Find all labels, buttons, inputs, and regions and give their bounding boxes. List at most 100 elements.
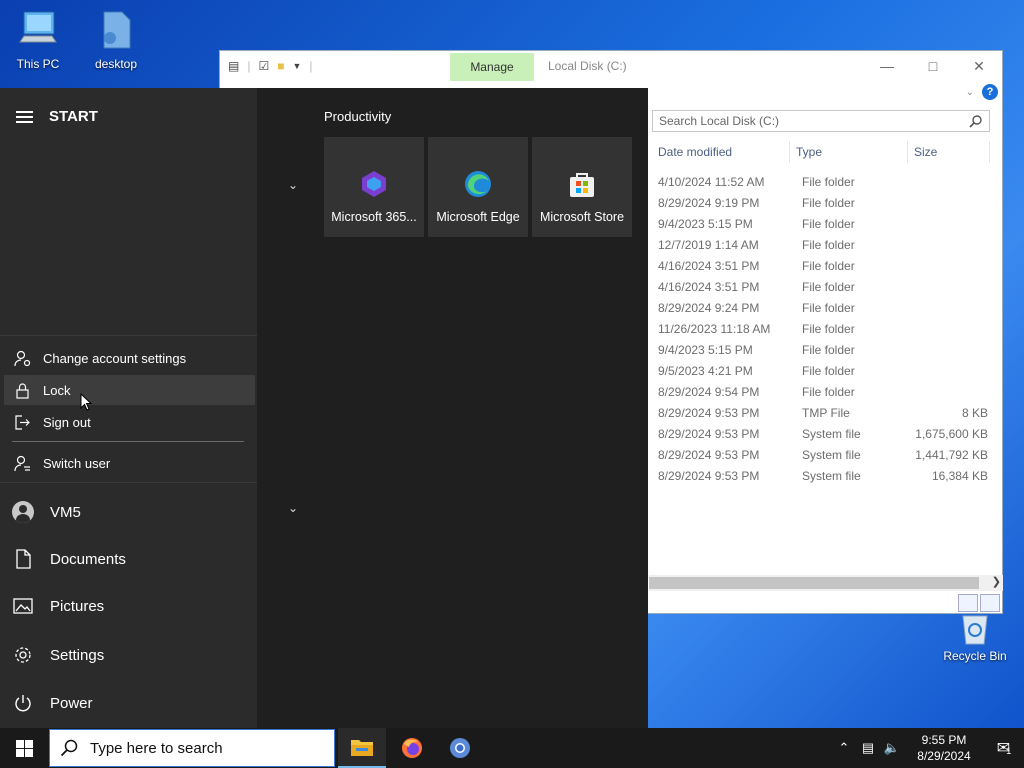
sign-out-label: Sign out: [43, 414, 91, 430]
windows-logo-icon: [15, 739, 33, 757]
cell-date: 8/29/2024 9:53 PM: [658, 405, 760, 420]
taskbar-chrome[interactable]: [436, 728, 484, 768]
tile-microsoft-store[interactable]: Microsoft Store: [532, 137, 632, 237]
search-input[interactable]: Search Local Disk (C:): [652, 110, 990, 132]
horizontal-scrollbar[interactable]: ❯: [649, 575, 1003, 591]
chevron-right-icon[interactable]: ❯: [992, 575, 1001, 588]
notification-button[interactable]: ✉ 1: [984, 738, 1024, 758]
chevron-down-icon[interactable]: ⌄: [288, 178, 298, 192]
tile-group-title: Productivity: [324, 109, 392, 124]
drive-icon[interactable]: ▤: [228, 59, 239, 73]
table-row[interactable]: 8/29/2024 9:53 PM System file 1,675,600 KB: [652, 423, 1000, 444]
tile-label: Microsoft Store: [539, 210, 625, 224]
pictures-label: Pictures: [50, 597, 105, 615]
system-tray: ⌃ ▤ 🔈 9:55 PM 8/29/2024 ✉ 1: [832, 728, 1024, 768]
desktop-icon-recycle-bin[interactable]: Recycle Bin: [940, 612, 1010, 663]
table-row[interactable]: 9/4/2023 5:15 PM File folder: [652, 339, 1000, 360]
start-title: START: [49, 108, 98, 125]
table-row[interactable]: 8/29/2024 9:54 PM File folder: [652, 381, 1000, 402]
desktop-icon-desktop[interactable]: desktop: [84, 10, 148, 71]
chevron-up-icon[interactable]: ⌃: [832, 740, 856, 756]
network-icon[interactable]: ▤: [856, 740, 880, 756]
lock-label: Lock: [43, 382, 71, 398]
title-bar: ▤ | ☑ ■ ▼ | Manage Local Disk (C:) — □ ✕: [220, 51, 1002, 81]
cell-type: System file: [802, 426, 861, 441]
cell-date: 8/29/2024 9:54 PM: [658, 384, 760, 399]
quick-access-toolbar: ▤ | ☑ ■ ▼ |: [228, 59, 313, 73]
switch-user-item[interactable]: Switch user: [4, 448, 255, 478]
cell-type: System file: [802, 468, 861, 483]
microsoft-365-icon: [362, 171, 386, 197]
close-button[interactable]: ✕: [956, 51, 1002, 81]
change-account-settings-label: Change account settings: [43, 350, 187, 366]
tile-microsoft-365[interactable]: Microsoft 365...: [324, 137, 424, 237]
scrollbar-thumb[interactable]: [649, 577, 979, 589]
cell-date: 8/29/2024 9:53 PM: [658, 447, 760, 462]
table-row[interactable]: 11/26/2023 11:18 AM File folder: [652, 318, 1000, 339]
table-row[interactable]: 9/4/2023 5:15 PM File folder: [652, 213, 1000, 234]
sidebar-item-pictures[interactable]: Pictures: [12, 597, 104, 615]
table-row[interactable]: 9/5/2023 4:21 PM File folder: [652, 360, 1000, 381]
file-list: 4/10/2024 11:52 AM File folder 8/29/2024 9…: [652, 171, 1000, 486]
properties-icon[interactable]: ☑: [258, 59, 269, 73]
taskbar-search-input[interactable]: Type here to search: [49, 729, 335, 767]
sidebar-item-settings[interactable]: Settings: [12, 645, 104, 665]
lock-item[interactable]: Lock: [4, 375, 255, 405]
cell-type: File folder: [802, 216, 855, 231]
cell-type: System file: [802, 447, 861, 462]
browser-icon: [450, 738, 470, 758]
cell-date: 4/16/2024 3:51 PM: [658, 279, 760, 294]
chevron-down-icon[interactable]: ⌄: [288, 501, 298, 515]
start-button[interactable]: [0, 728, 48, 768]
desktop-icon-this-pc[interactable]: This PC: [6, 10, 70, 71]
taskbar-file-explorer[interactable]: [338, 728, 386, 768]
sidebar-item-user[interactable]: VM5: [12, 501, 81, 523]
cell-date: 8/29/2024 9:19 PM: [658, 195, 760, 210]
large-icons-view-button[interactable]: [980, 594, 1000, 612]
search-icon: [969, 115, 982, 128]
cell-size: 1,441,792 KB: [915, 447, 988, 462]
table-row[interactable]: 8/29/2024 9:53 PM System file 1,441,792 KB: [652, 444, 1000, 465]
taskbar-firefox[interactable]: [388, 728, 436, 768]
chevron-down-icon[interactable]: ⌄: [966, 87, 974, 98]
cell-type: File folder: [802, 363, 855, 378]
folder-icon[interactable]: ■: [277, 59, 284, 73]
divider: [12, 441, 244, 442]
clock[interactable]: 9:55 PM 8/29/2024: [904, 732, 984, 764]
volume-muted-icon[interactable]: 🔈: [880, 740, 904, 756]
change-account-settings-item[interactable]: Change account settings: [4, 343, 255, 373]
sidebar-item-documents[interactable]: Documents: [12, 549, 126, 569]
cell-date: 4/16/2024 3:51 PM: [658, 258, 760, 273]
minimize-button[interactable]: —: [864, 51, 910, 81]
lock-icon: [16, 382, 29, 399]
switch-user-label: Switch user: [43, 455, 111, 471]
help-icon[interactable]: ?: [982, 84, 998, 100]
hamburger-icon[interactable]: [16, 110, 33, 123]
column-header-type[interactable]: Type: [790, 141, 908, 163]
cell-type: File folder: [802, 342, 855, 357]
table-row[interactable]: 4/16/2024 3:51 PM File folder: [652, 276, 1000, 297]
table-row[interactable]: 8/29/2024 9:19 PM File folder: [652, 192, 1000, 213]
start-header[interactable]: START: [16, 108, 98, 125]
table-row[interactable]: 4/10/2024 11:52 AM File folder: [652, 171, 1000, 192]
tile-microsoft-edge[interactable]: Microsoft Edge: [428, 137, 528, 237]
document-icon: [16, 549, 31, 569]
chevron-down-icon[interactable]: ▼: [292, 61, 301, 71]
maximize-button[interactable]: □: [910, 51, 956, 81]
column-header-date[interactable]: Date modified: [652, 141, 790, 163]
table-row[interactable]: 8/29/2024 9:53 PM System file 16,384 KB: [652, 465, 1000, 486]
cell-type: TMP File: [802, 405, 850, 420]
sign-out-item[interactable]: Sign out: [4, 407, 255, 437]
column-header-size[interactable]: Size: [908, 141, 990, 163]
details-view-button[interactable]: [958, 594, 978, 612]
tab-manage[interactable]: Manage: [450, 53, 534, 81]
window-title: Local Disk (C:): [548, 59, 627, 73]
table-row[interactable]: 8/29/2024 9:53 PM TMP File 8 KB: [652, 402, 1000, 423]
table-row[interactable]: 4/16/2024 3:51 PM File folder: [652, 255, 1000, 276]
cell-type: File folder: [802, 300, 855, 315]
documents-label: Documents: [50, 550, 126, 568]
table-row[interactable]: 12/7/2019 1:14 AM File folder: [652, 234, 1000, 255]
sidebar-item-power[interactable]: Power: [12, 693, 93, 713]
file-icon: [103, 11, 131, 49]
table-row[interactable]: 8/29/2024 9:24 PM File folder: [652, 297, 1000, 318]
